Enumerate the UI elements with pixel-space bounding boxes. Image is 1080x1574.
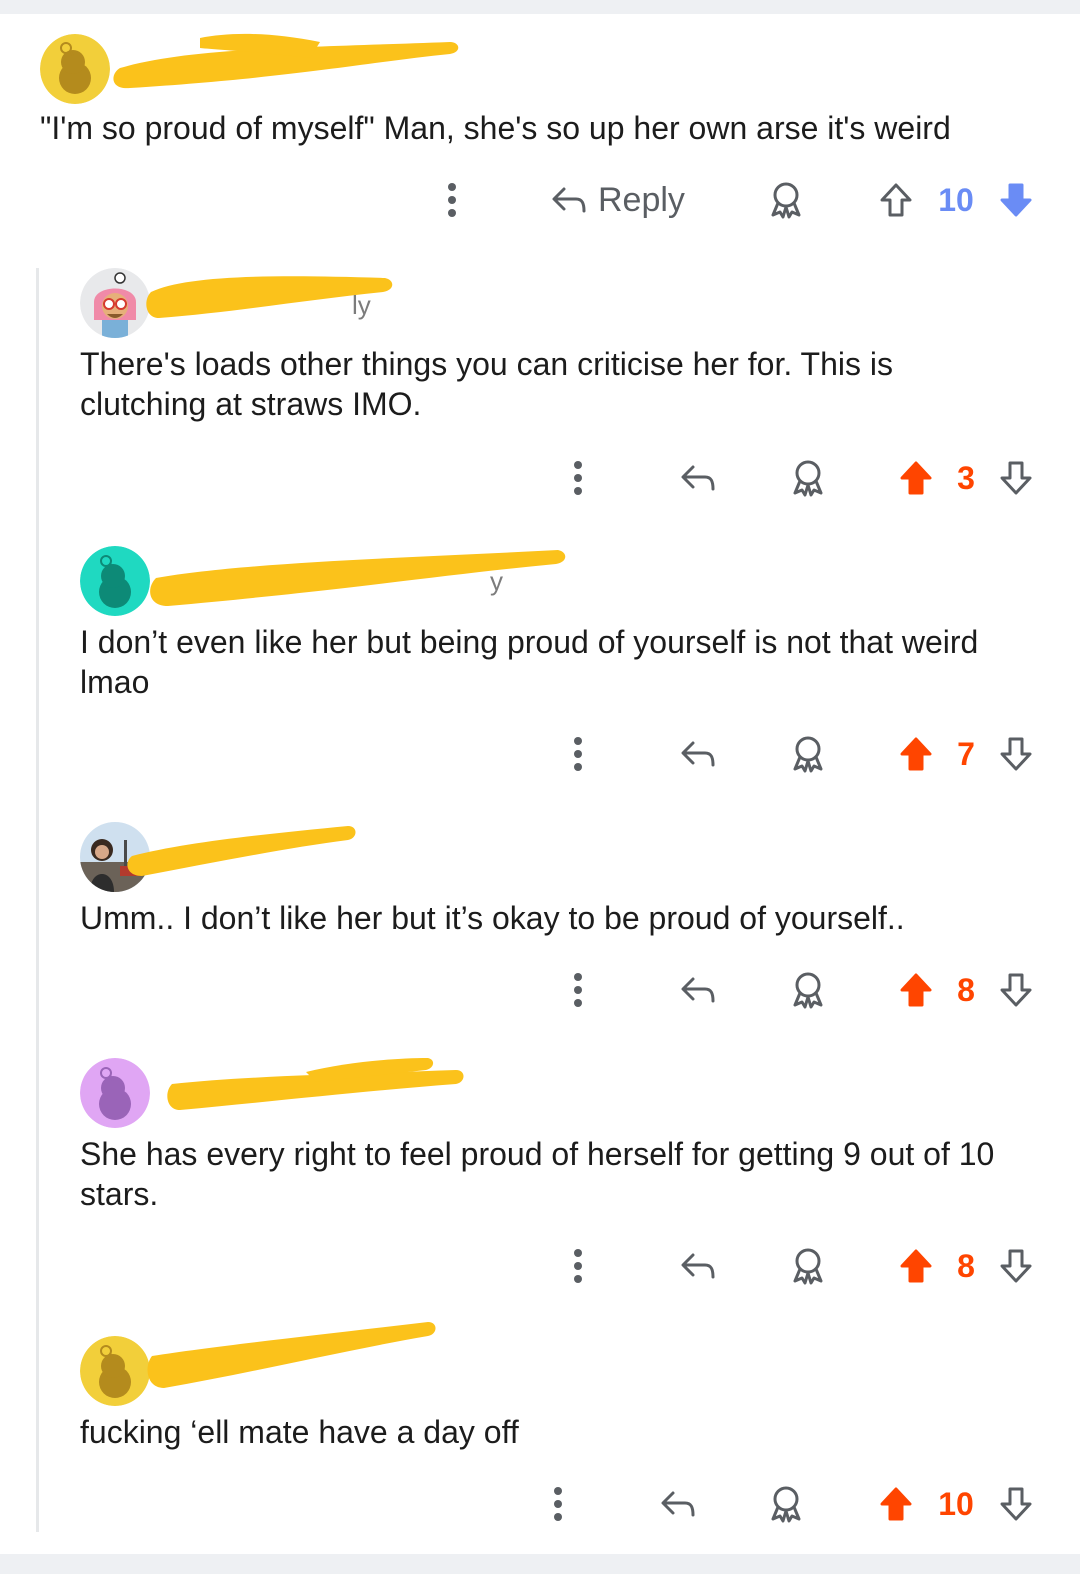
- avatar[interactable]: [80, 1058, 150, 1128]
- redacted-username: [147, 1322, 436, 1388]
- avatar[interactable]: [80, 268, 150, 338]
- reply-arrow-icon: [681, 977, 715, 1003]
- downvote-button[interactable]: [996, 734, 1036, 774]
- upvote-button[interactable]: [876, 1484, 916, 1524]
- overflow-menu-icon[interactable]: [542, 1484, 574, 1524]
- downvote-button[interactable]: [996, 1246, 1036, 1286]
- downvote-button[interactable]: [996, 1484, 1036, 1524]
- comment-body: There's loads other things you can criti…: [80, 346, 893, 422]
- reply-arrow-icon: [661, 1491, 695, 1517]
- comment-body: fucking ‘ell mate have a day off: [80, 1414, 519, 1450]
- comment-body: Umm.. I don’t like her but it’s okay to …: [80, 900, 905, 936]
- username[interactable]: y: [490, 566, 503, 597]
- downvote-arrow-icon: [1000, 1487, 1032, 1521]
- downvote-button[interactable]: [996, 180, 1036, 220]
- avatar[interactable]: [80, 546, 150, 616]
- downvote-arrow-icon: [1000, 183, 1032, 217]
- downvote-button[interactable]: [996, 970, 1036, 1010]
- overflow-menu-icon[interactable]: [562, 1246, 594, 1286]
- overflow-menu-icon[interactable]: [562, 970, 594, 1010]
- avatar[interactable]: [80, 1336, 150, 1406]
- upvote-button[interactable]: [876, 180, 916, 220]
- username[interactable]: ly: [352, 290, 371, 321]
- reply-button[interactable]: [676, 734, 720, 774]
- overflow-menu-icon[interactable]: [562, 458, 594, 498]
- reply-arrow-icon: [681, 1253, 715, 1279]
- upvote-button[interactable]: [896, 1246, 936, 1286]
- vote-count: 8: [957, 1248, 975, 1284]
- reply-button[interactable]: Reply: [550, 178, 685, 222]
- reply-button[interactable]: [676, 970, 720, 1010]
- upvote-arrow-icon: [880, 183, 912, 217]
- reply-label: Reply: [598, 180, 685, 219]
- vote-count: 8: [957, 972, 975, 1008]
- upvote-button[interactable]: [896, 458, 936, 498]
- downvote-button[interactable]: [996, 458, 1036, 498]
- award-icon[interactable]: [788, 970, 828, 1010]
- top-divider: [0, 0, 1080, 14]
- redacted-username: [127, 826, 356, 876]
- award-icon[interactable]: [788, 734, 828, 774]
- upvote-button[interactable]: [896, 734, 936, 774]
- award-icon[interactable]: [788, 458, 828, 498]
- redacted-username: [150, 550, 566, 606]
- vote-count: 10: [938, 182, 974, 218]
- reply-arrow-icon: [552, 187, 586, 213]
- downvote-arrow-icon: [1000, 973, 1032, 1007]
- avatar[interactable]: [40, 34, 110, 104]
- upvote-arrow-icon: [880, 1487, 912, 1521]
- bottom-divider: [0, 1554, 1080, 1574]
- downvote-arrow-icon: [1000, 461, 1032, 495]
- thread-line[interactable]: [36, 268, 39, 1532]
- upvote-arrow-icon: [900, 1249, 932, 1283]
- vote-count: 7: [957, 736, 975, 772]
- award-icon[interactable]: [788, 1246, 828, 1286]
- redacted-username: [113, 33, 459, 89]
- award-icon[interactable]: [766, 180, 806, 220]
- award-icon[interactable]: [766, 1484, 806, 1524]
- vote-count: 10: [938, 1486, 974, 1522]
- reply-button[interactable]: [676, 458, 720, 498]
- vote-count: 3: [957, 460, 975, 496]
- comment-body: "I'm so proud of myself" Man, she's so u…: [40, 110, 951, 146]
- overflow-menu-icon[interactable]: [436, 180, 468, 220]
- downvote-arrow-icon: [1000, 737, 1032, 771]
- upvote-arrow-icon: [900, 461, 932, 495]
- overflow-menu-icon[interactable]: [562, 734, 594, 774]
- comment-body: She has every right to feel proud of her…: [80, 1136, 995, 1212]
- reply-arrow-icon: [681, 741, 715, 767]
- redacted-username: [167, 1058, 464, 1110]
- reply-button[interactable]: [656, 1484, 700, 1524]
- comment-body: I don’t even like her but being proud of…: [80, 624, 979, 700]
- upvote-button[interactable]: [896, 970, 936, 1010]
- upvote-arrow-icon: [900, 737, 932, 771]
- reply-arrow-icon: [681, 465, 715, 491]
- upvote-arrow-icon: [900, 973, 932, 1007]
- downvote-arrow-icon: [1000, 1249, 1032, 1283]
- reply-button[interactable]: [676, 1246, 720, 1286]
